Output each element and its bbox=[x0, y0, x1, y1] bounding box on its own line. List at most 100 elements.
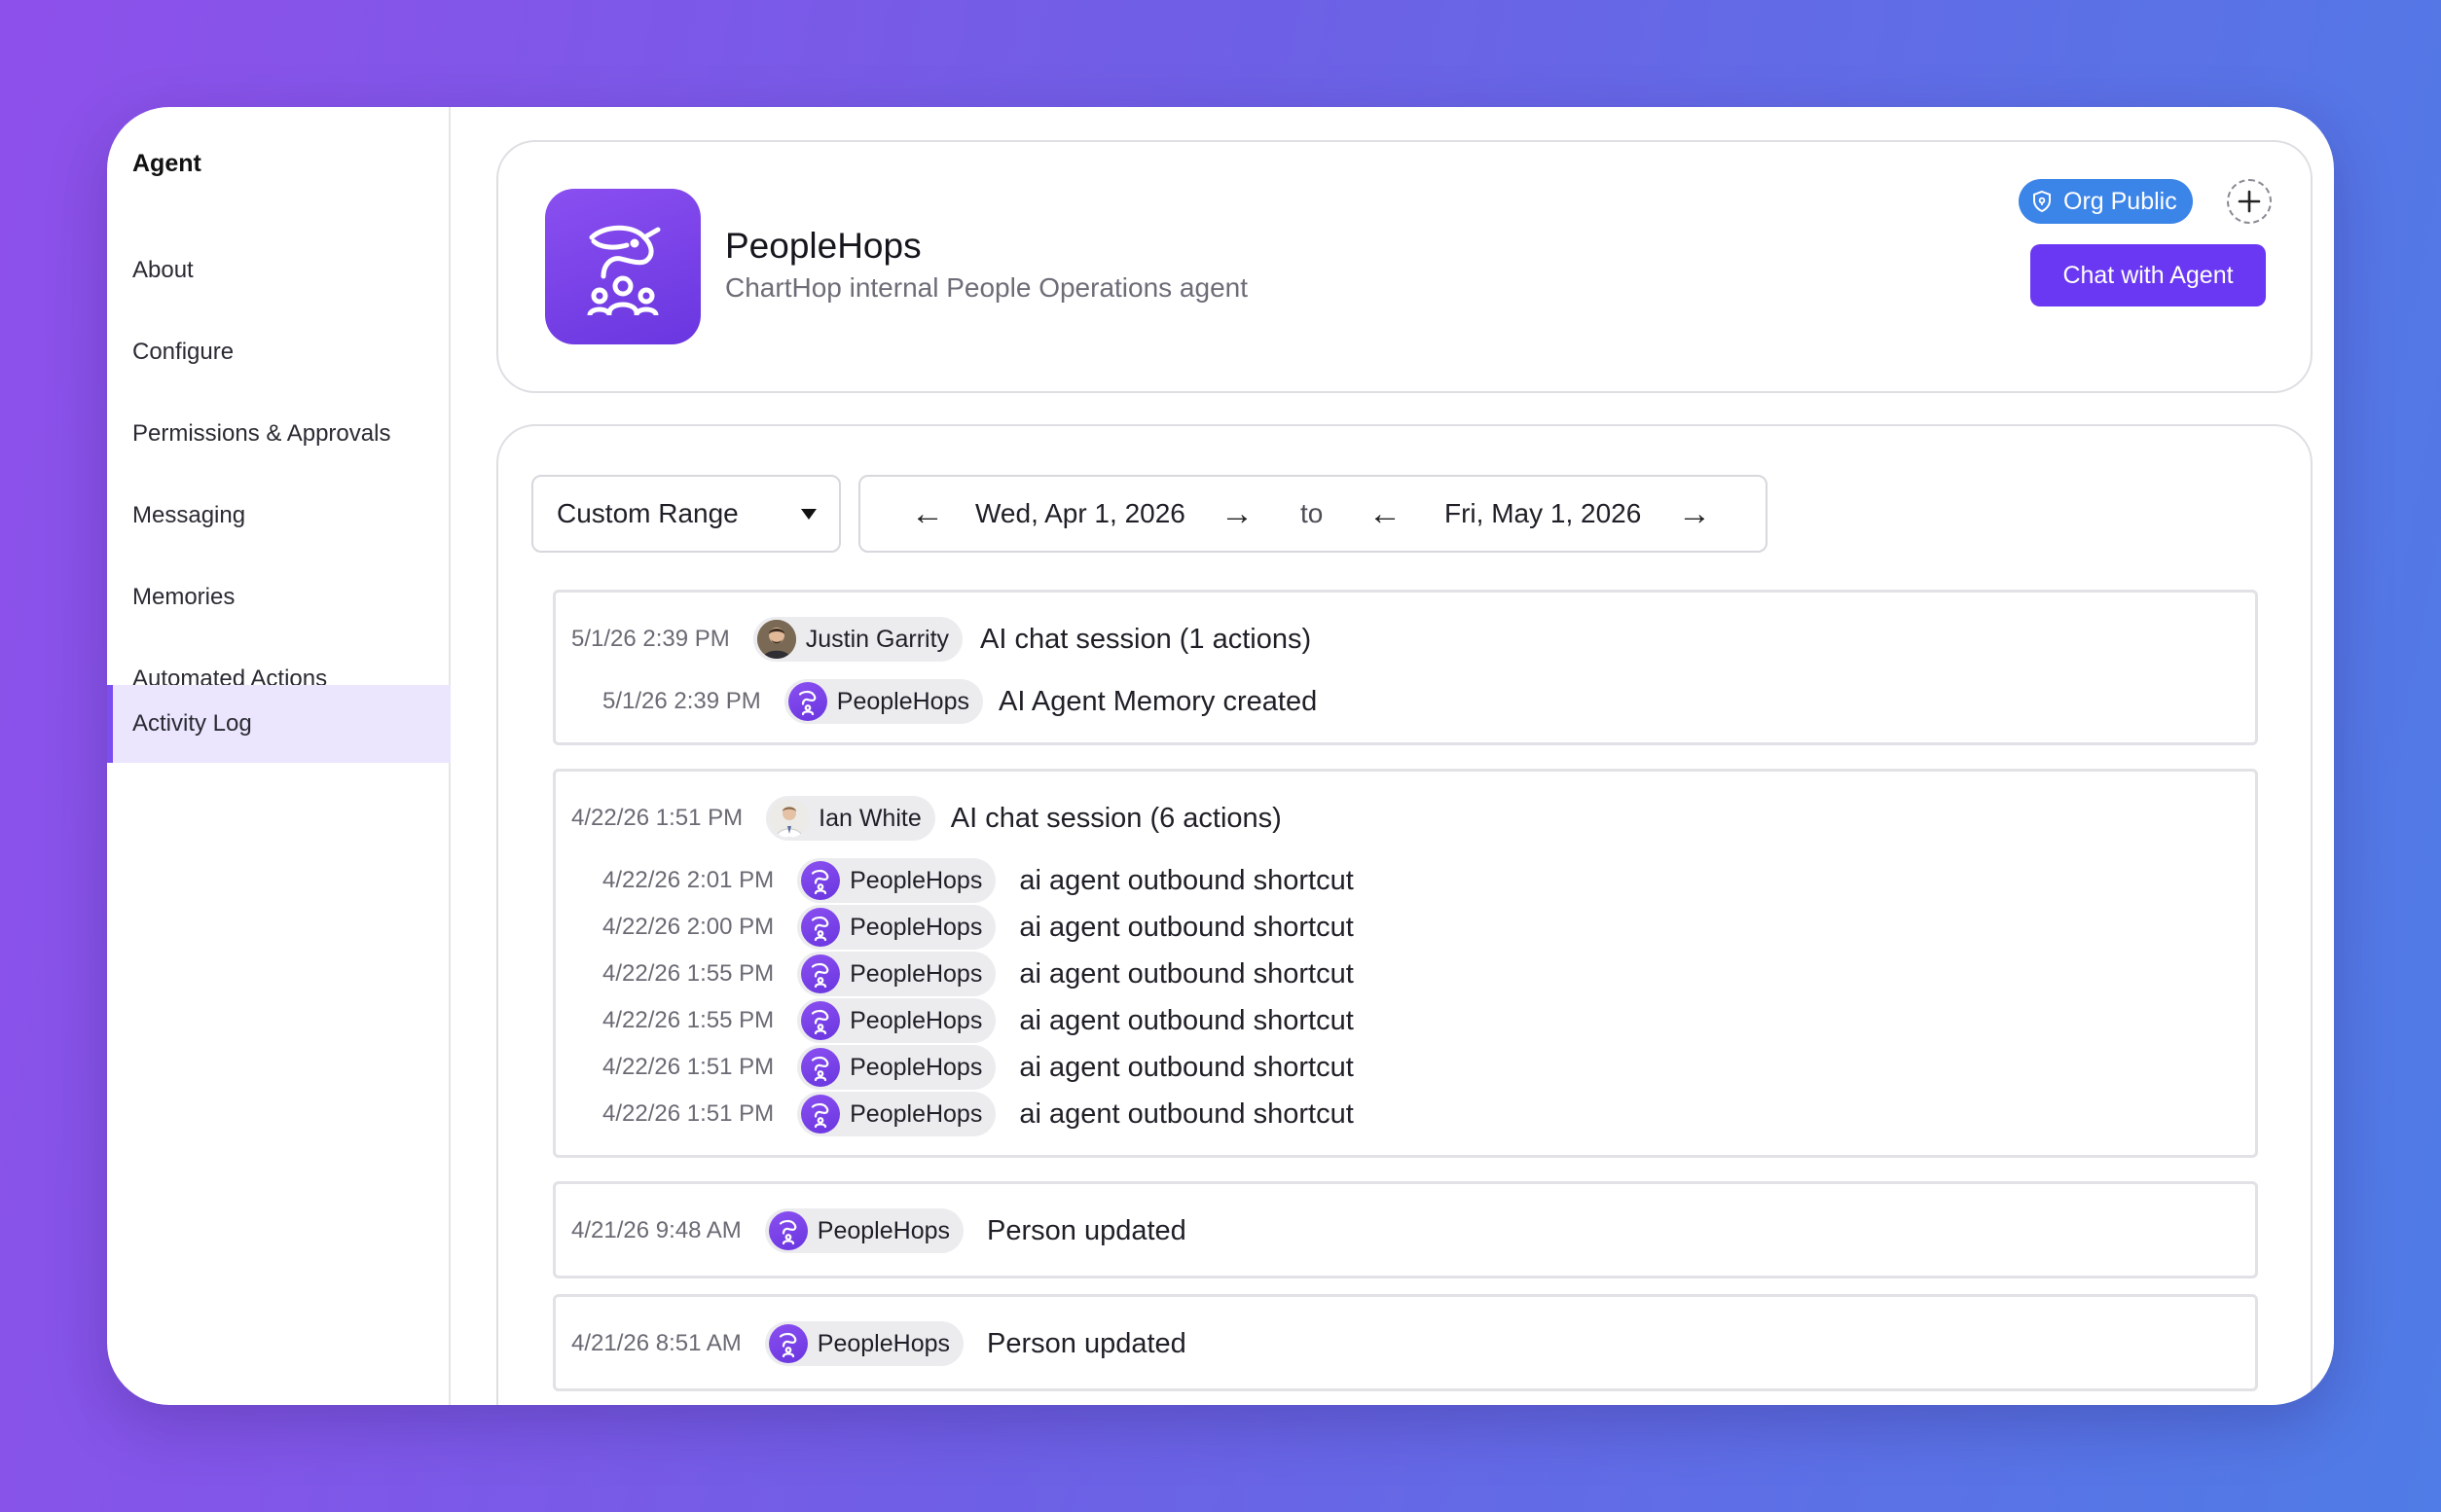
log-group[interactable]: 4/21/26 8:51 AM PeopleHops Person update… bbox=[553, 1294, 2258, 1391]
shield-lock-icon bbox=[2030, 190, 2054, 213]
agent-logo bbox=[545, 189, 701, 344]
actor-chip[interactable]: PeopleHops bbox=[797, 858, 997, 903]
log-row: 4/21/26 9:48 AM PeopleHops Person update… bbox=[571, 1207, 1186, 1254]
log-action: AI chat session (1 actions) bbox=[980, 623, 1312, 655]
start-date[interactable]: Wed, Apr 1, 2026 bbox=[975, 477, 1185, 551]
sidebar-item-messaging[interactable]: Messaging bbox=[107, 477, 451, 555]
plus-icon bbox=[2236, 188, 2263, 215]
log-action: Person updated bbox=[987, 1327, 1186, 1359]
log-row: 4/22/26 1:51 PM PeopleHops ai agent outb… bbox=[602, 1044, 1354, 1091]
actor-name: PeopleHops bbox=[850, 913, 983, 941]
actor-chip[interactable]: PeopleHops bbox=[797, 952, 997, 996]
log-row: 4/22/26 1:55 PM PeopleHops ai agent outb… bbox=[602, 997, 1354, 1044]
actor-chip[interactable]: PeopleHops bbox=[797, 998, 997, 1043]
actor-name: PeopleHops bbox=[850, 866, 983, 894]
actor-name: PeopleHops bbox=[836, 687, 969, 715]
agent-header-card: PeopleHops ChartHop internal People Oper… bbox=[496, 140, 2313, 393]
visibility-badge[interactable]: Org Public bbox=[2019, 179, 2193, 224]
agent-avatar-icon bbox=[801, 954, 841, 993]
kangaroo-people-icon bbox=[587, 225, 661, 316]
actor-chip[interactable]: PeopleHops bbox=[764, 1321, 965, 1366]
date-range-separator: to bbox=[1300, 498, 1324, 528]
actor-chip[interactable]: Ian White bbox=[766, 796, 935, 841]
actor-name: PeopleHops bbox=[817, 1216, 951, 1244]
end-date-next-button[interactable]: → bbox=[1678, 477, 1711, 551]
agent-avatar-icon bbox=[768, 1324, 808, 1363]
add-button[interactable] bbox=[2227, 179, 2272, 224]
arrow-right-icon: → bbox=[1220, 494, 1254, 532]
log-timestamp: 4/22/26 2:01 PM bbox=[602, 867, 775, 893]
log-action: ai agent outbound shortcut bbox=[1019, 1004, 1354, 1036]
log-row: 4/22/26 1:51 PM PeopleHops ai agent outb… bbox=[602, 1091, 1354, 1137]
log-action: AI chat session (6 actions) bbox=[950, 802, 1282, 834]
sidebar-item-activity-log[interactable]: Activity Log bbox=[107, 685, 451, 763]
log-row: 4/21/26 8:51 AM PeopleHops Person update… bbox=[571, 1320, 1186, 1367]
actor-chip[interactable]: PeopleHops bbox=[797, 905, 997, 950]
agent-description: ChartHop internal People Operations agen… bbox=[725, 272, 1249, 303]
actor-chip[interactable]: PeopleHops bbox=[797, 1045, 997, 1090]
log-action: AI Agent Memory created bbox=[999, 685, 1318, 717]
agent-avatar-icon bbox=[801, 861, 841, 900]
actor-name: PeopleHops bbox=[817, 1329, 951, 1357]
sidebar-item-about[interactable]: About bbox=[107, 232, 451, 309]
log-group[interactable]: 5/1/26 2:39 PM Justin Garrity AI chat se… bbox=[553, 590, 2258, 745]
log-timestamp: 4/21/26 8:51 AM bbox=[571, 1330, 742, 1356]
actor-chip[interactable]: PeopleHops bbox=[797, 1092, 997, 1136]
agent-avatar-icon bbox=[787, 682, 827, 721]
start-date-next-button[interactable]: → bbox=[1220, 477, 1254, 551]
log-timestamp: 4/22/26 1:51 PM bbox=[602, 1100, 775, 1127]
sidebar-item-memories[interactable]: Memories bbox=[107, 558, 451, 636]
actor-chip[interactable]: PeopleHops bbox=[764, 1208, 965, 1253]
agent-window: Agent About Configure Permissions & Appr… bbox=[107, 107, 2334, 1405]
chat-with-agent-button[interactable]: Chat with Agent bbox=[2030, 244, 2266, 306]
agent-avatar-icon bbox=[801, 908, 841, 947]
arrow-left-icon: ← bbox=[911, 494, 944, 532]
start-date-prev-button[interactable]: ← bbox=[911, 477, 944, 551]
agent-avatar-icon bbox=[801, 1048, 841, 1087]
range-select-value: Custom Range bbox=[557, 498, 739, 528]
log-timestamp: 5/1/26 2:39 PM bbox=[602, 688, 761, 714]
caret-down-icon bbox=[800, 507, 818, 521]
end-date-prev-button[interactable]: ← bbox=[1368, 477, 1402, 551]
sidebar-heading: Agent bbox=[132, 150, 201, 177]
log-group[interactable]: 4/21/26 9:48 AM PeopleHops Person update… bbox=[553, 1181, 2258, 1278]
log-timestamp: 4/22/26 1:55 PM bbox=[602, 960, 775, 987]
log-row: 4/22/26 2:01 PM PeopleHops ai agent outb… bbox=[602, 857, 1354, 904]
range-select[interactable]: Custom Range bbox=[531, 475, 841, 553]
log-action: ai agent outbound shortcut bbox=[1019, 1051, 1354, 1083]
visibility-badge-label: Org Public bbox=[2063, 187, 2177, 215]
arrow-left-icon: ← bbox=[1368, 494, 1402, 532]
agent-avatar-icon bbox=[801, 1001, 841, 1040]
log-row: 5/1/26 2:39 PM Justin Garrity AI chat se… bbox=[571, 616, 1311, 663]
avatar bbox=[770, 799, 810, 838]
arrow-right-icon: → bbox=[1678, 494, 1711, 532]
log-timestamp: 4/22/26 2:00 PM bbox=[602, 914, 775, 940]
activity-log-panel: Custom Range ← Wed, Apr 1, 2026 → to ← F… bbox=[496, 424, 2313, 1405]
sidebar-item-configure[interactable]: Configure bbox=[107, 313, 451, 391]
actor-name: Ian White bbox=[819, 804, 922, 832]
actor-chip[interactable]: Justin Garrity bbox=[752, 617, 964, 662]
sidebar-item-permissions[interactable]: Permissions & Approvals bbox=[107, 395, 451, 473]
log-action: Person updated bbox=[987, 1214, 1186, 1246]
actor-name: PeopleHops bbox=[850, 1053, 983, 1081]
log-timestamp: 4/21/26 9:48 AM bbox=[571, 1217, 742, 1243]
log-row: 4/22/26 1:51 PM Ian White AI chat sessio… bbox=[571, 795, 1282, 842]
actor-name: Justin Garrity bbox=[805, 625, 950, 653]
log-group[interactable]: 4/22/26 1:51 PM Ian White AI chat sessio… bbox=[553, 769, 2258, 1158]
agent-avatar-icon bbox=[768, 1211, 808, 1250]
actor-name: PeopleHops bbox=[850, 1006, 983, 1034]
sidebar: Agent About Configure Permissions & Appr… bbox=[107, 107, 451, 1405]
actor-chip[interactable]: PeopleHops bbox=[783, 679, 983, 724]
log-timestamp: 4/22/26 1:51 PM bbox=[602, 1054, 775, 1080]
log-action: ai agent outbound shortcut bbox=[1019, 864, 1354, 896]
avatar bbox=[756, 620, 796, 659]
log-timestamp: 4/22/26 1:55 PM bbox=[602, 1007, 775, 1033]
end-date[interactable]: Fri, May 1, 2026 bbox=[1444, 477, 1641, 551]
actor-name: PeopleHops bbox=[850, 959, 983, 988]
agent-avatar-icon bbox=[801, 1095, 841, 1134]
agent-name: PeopleHops bbox=[725, 226, 922, 266]
date-range-picker: ← Wed, Apr 1, 2026 → to ← Fri, May 1, 20… bbox=[858, 475, 1767, 553]
log-row: 4/22/26 1:55 PM PeopleHops ai agent outb… bbox=[602, 951, 1354, 997]
log-timestamp: 4/22/26 1:51 PM bbox=[571, 805, 744, 831]
log-action: ai agent outbound shortcut bbox=[1019, 957, 1354, 990]
